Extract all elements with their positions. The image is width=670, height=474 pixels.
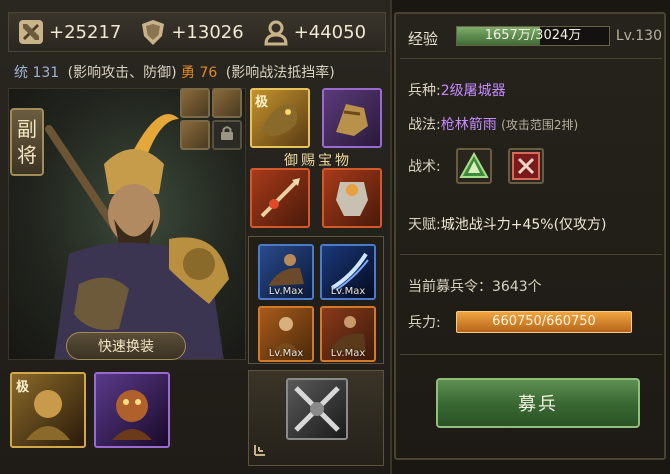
corner-arrow-icon [253, 439, 271, 461]
divider [400, 354, 662, 355]
general-panel: +25217 +13026 +44050 统 131 (影响攻击、防御) 勇 7… [0, 0, 392, 474]
gauntlet-treasure-icon [336, 104, 368, 136]
troop-value: 660750/660750 [492, 314, 596, 329]
quick-swap-button[interactable]: 快速换装 [66, 332, 186, 360]
troop-bonus-value: +44050 [293, 21, 367, 43]
brave-value: 76 [199, 65, 218, 81]
unit-type-row: 兵种:2级屠城器 [408, 80, 506, 100]
troop-bar: 660750/660750 [456, 311, 632, 333]
role-badge-top: 副 [17, 117, 37, 141]
troop-row: 兵力: [408, 312, 441, 332]
tactic-slot-1[interactable]: Lv.Max [258, 244, 314, 300]
unit-type-label: 兵种 [408, 83, 436, 99]
tactic-slot-2[interactable]: Lv.Max [320, 244, 376, 300]
level-label: Lv.130 [615, 28, 662, 44]
tactic-level: Lv.Max [268, 348, 304, 359]
attribute-row: 统 131 (影响攻击、防御) 勇 76 (影响战法抵挡率) [14, 62, 335, 82]
gear-slot-1[interactable]: 极 [10, 372, 86, 448]
tactic-level: Lv.Max [268, 286, 304, 297]
tactic-note: (攻击范围2排) [501, 118, 579, 132]
tactic-value[interactable]: 枪林箭雨 [441, 117, 497, 133]
skill-slot-1[interactable] [456, 148, 492, 184]
tactic-slot-3[interactable]: Lv.Max [258, 306, 314, 362]
divider [400, 254, 662, 255]
tactic-level: Lv.Max [330, 286, 366, 297]
defense-value: +13026 [171, 21, 244, 43]
defense-stat: +13026 [139, 18, 244, 46]
role-badge-bottom: 将 [17, 143, 37, 167]
exp-bar: 1657万/3024万 [456, 26, 610, 46]
rare-badge: 极 [255, 95, 269, 110]
lead-label: 统 [14, 65, 28, 81]
green-triangle-icon [459, 151, 489, 178]
red-cross-icon [512, 152, 540, 180]
talent-label: 天赋 [408, 217, 436, 233]
formation-slot[interactable] [286, 378, 348, 440]
recruit-button[interactable]: 募兵 [436, 378, 640, 428]
exp-label: 经验 [408, 30, 439, 48]
gear-slot-2[interactable] [94, 372, 170, 448]
locked-rune-slot[interactable] [212, 120, 242, 150]
vice-general-badge: 副 将 [10, 108, 44, 176]
soldier-icon [262, 18, 290, 46]
talent-row: 天赋:城池战斗力+45%(仅攻方) [408, 214, 607, 234]
brave-note: (影响战法抵挡率) [225, 65, 335, 81]
spear-treasure-icon [260, 178, 300, 218]
skill-colon: : [436, 159, 441, 175]
skill-row: 战术: [408, 156, 441, 176]
troop-stat: +44050 [262, 18, 366, 46]
tactic-level: Lv.Max [330, 348, 366, 359]
treasure-slot-4[interactable] [322, 168, 382, 228]
exp-text: 1657万/3024万 [484, 28, 582, 43]
lead-value: 131 [32, 65, 60, 81]
talent-value: 城池战斗力+45%(仅攻方) [440, 217, 607, 233]
crossed-swords-icon [294, 386, 340, 432]
sword-icon [17, 18, 45, 46]
troop-colon: : [436, 315, 441, 331]
recruit-order-row: 当前募兵令：3643个 [408, 276, 542, 296]
shield-icon [139, 18, 167, 46]
lock-icon [220, 125, 234, 145]
skill-slot-2[interactable] [508, 148, 544, 184]
attack-value: +25217 [49, 21, 122, 43]
armor-treasure-icon [336, 182, 368, 216]
attack-stat: +25217 [17, 18, 121, 46]
treasure-slot-3[interactable] [250, 168, 310, 228]
general-figure [45, 114, 229, 359]
rare-badge: 极 [16, 380, 30, 395]
recruit-order-text: 当前募兵令：3643个 [408, 279, 542, 295]
royal-treasure-label: 御赐宝物 [284, 153, 352, 169]
lead-note: (影响攻击、防御) [67, 65, 177, 81]
info-panel: 经验 1657万/3024万 Lv.130 兵种:2级屠城器 战法:枪林箭雨 (… [394, 12, 666, 460]
stat-bar: +25217 +13026 +44050 [8, 12, 386, 52]
treasure-slot-1[interactable]: 极 [250, 88, 310, 148]
unit-type-value[interactable]: 2级屠城器 [441, 83, 506, 99]
brave-label: 勇 [181, 65, 196, 81]
beast-warrior-icon [112, 390, 152, 440]
rune-slot-3[interactable] [180, 120, 210, 150]
rune-slot-1[interactable] [180, 88, 210, 118]
tactic-row: 战法:枪林箭雨 (攻击范围2排) [408, 114, 578, 134]
tactic-slot-4[interactable]: Lv.Max [320, 306, 376, 362]
rune-slot-2[interactable] [212, 88, 242, 118]
troop-label: 兵力 [408, 315, 436, 331]
skill-label: 战术 [408, 159, 436, 175]
divider [400, 58, 662, 59]
treasure-slot-2[interactable] [322, 88, 382, 148]
tactic-label: 战法 [408, 117, 436, 133]
